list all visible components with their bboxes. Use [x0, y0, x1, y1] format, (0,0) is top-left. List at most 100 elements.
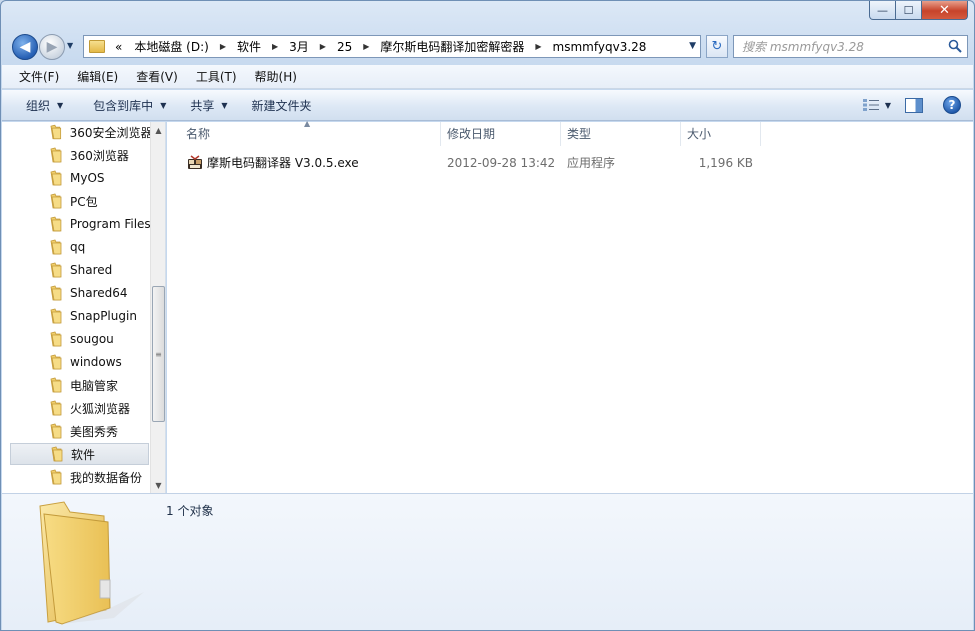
caption-buttons: — ☐ ✕ [869, 1, 968, 20]
file-list: ▲ 名称 修改日期 类型 大小 摩斯电码翻译器 V3.0.5.exe 2012-… [167, 119, 973, 493]
tree-item[interactable]: 软件 [10, 443, 149, 465]
folder-icon [50, 262, 62, 278]
menu-tools[interactable]: 工具(T) [187, 67, 246, 87]
share-label: 共享 [190, 98, 215, 113]
scroll-thumb[interactable]: ≡ [152, 286, 165, 422]
navigation-bar: ◀ ▶ ▼ « 本地磁盘 (D:) ▶ 软件 ▶ 3月 ▶ 25 ▶ 摩尔斯电码… [9, 32, 968, 62]
tree-item[interactable]: 美图秀秀 [10, 420, 150, 442]
folder-icon [39, 501, 144, 625]
navigation-pane: 360安全浏览器 360浏览器 MyOS PC包 Program Files qq Shar… [2, 122, 166, 493]
search-input[interactable] [734, 36, 934, 57]
breadcrumb-item[interactable]: 软件 [231, 38, 267, 55]
tree-item[interactable]: 360安全浏览器 [10, 122, 150, 143]
column-name[interactable]: 名称 [180, 122, 441, 146]
breadcrumb-item[interactable]: msmmfyqv3.28 [547, 40, 653, 54]
item-count: 1 个对象 [166, 504, 214, 518]
file-size: 1,196 KB [698, 156, 753, 170]
breadcrumb-item[interactable]: 25 [331, 40, 358, 54]
chevron-right-icon[interactable]: ▶ [315, 42, 331, 51]
menu-bar: 文件(F) 编辑(E) 查看(V) 工具(T) 帮助(H) [2, 65, 973, 89]
tree-item-label: 美图秀秀 [70, 424, 119, 439]
breadcrumb-item[interactable]: 本地磁盘 (D:) [128, 38, 214, 55]
folder-icon [50, 285, 62, 301]
breadcrumb-item[interactable]: 3月 [283, 38, 315, 55]
chevron-right-icon[interactable]: ▶ [358, 42, 374, 51]
tree-item-label: sougou [70, 332, 114, 346]
tree-item-label: SnapPlugin [70, 309, 137, 323]
tree-item-label: 软件 [71, 447, 96, 462]
share-button[interactable]: 共享 ▼ [180, 94, 235, 117]
menu-file[interactable]: 文件(F) [10, 67, 68, 87]
new-folder-label: 新建文件夹 [251, 98, 312, 113]
folder-icon [50, 147, 62, 163]
tree-item[interactable]: Program Files [10, 213, 150, 235]
tree-item-label: PC包 [70, 194, 98, 209]
tree-item-label: MyOS [70, 171, 105, 185]
breadcrumb-item[interactable]: 摩尔斯电码翻译加密解密器 [374, 38, 530, 55]
address-dropdown-icon[interactable]: ▼ [689, 41, 696, 51]
tree-item-label: windows [70, 355, 122, 369]
tree-item[interactable]: sougou [10, 328, 150, 350]
details-view-icon [862, 99, 879, 111]
folder-icon [50, 170, 62, 186]
views-dropdown-icon[interactable]: ▼ [885, 101, 891, 110]
tree-item[interactable]: qq [10, 236, 150, 258]
address-bar[interactable]: « 本地磁盘 (D:) ▶ 软件 ▶ 3月 ▶ 25 ▶ 摩尔斯电码翻译加密解密… [83, 35, 701, 58]
new-folder-button[interactable]: 新建文件夹 [242, 94, 320, 117]
file-type: 应用程序 [567, 156, 616, 170]
breadcrumb-overflow[interactable]: « [109, 40, 128, 54]
tree-item[interactable]: 360浏览器 [10, 144, 150, 166]
chevron-down-icon: ▼ [221, 100, 228, 110]
close-button[interactable]: ✕ [922, 1, 968, 20]
folder-icon [89, 40, 105, 53]
menu-edit[interactable]: 编辑(E) [68, 67, 127, 87]
column-size[interactable]: 大小 [681, 122, 761, 146]
preview-pane-icon[interactable] [905, 97, 923, 113]
tree-item[interactable]: SnapPlugin [10, 305, 150, 327]
tree-item-label: 电脑管家 [70, 378, 119, 393]
tree-item[interactable]: Shared [10, 259, 150, 281]
chevron-down-icon: ▼ [160, 100, 167, 110]
tree-item[interactable]: MyOS [10, 167, 150, 189]
forward-button[interactable]: ▶ [39, 34, 65, 60]
change-view-button[interactable] [857, 94, 885, 116]
recent-pages-button[interactable]: ▼ [67, 41, 77, 50]
include-in-library-button[interactable]: 包含到库中 ▼ [83, 94, 174, 117]
tree-item-label: 火狐浏览器 [70, 401, 131, 416]
help-icon[interactable]: ? [943, 96, 961, 114]
folder-icon [50, 216, 62, 232]
search-icon[interactable] [948, 39, 962, 53]
chevron-right-icon[interactable]: ▶ [267, 42, 283, 51]
folder-icon [50, 400, 62, 416]
chevron-right-icon[interactable]: ▶ [215, 42, 231, 51]
application-icon [188, 155, 202, 169]
tree-item[interactable]: 火狐浏览器 [10, 397, 150, 419]
folder-icon [50, 354, 62, 370]
folder-icon [50, 239, 62, 255]
scroll-down-icon[interactable]: ▼ [151, 477, 165, 493]
column-modified[interactable]: 修改日期 [441, 122, 561, 146]
tree-item[interactable]: Shared64 [10, 282, 150, 304]
search-box[interactable] [733, 35, 968, 58]
folder-icon [50, 377, 62, 393]
column-type[interactable]: 类型 [561, 122, 681, 146]
refresh-button[interactable]: ↻ [706, 35, 728, 58]
back-button[interactable]: ◀ [12, 34, 38, 60]
command-bar-right: ▼ ? [857, 94, 961, 116]
menu-view[interactable]: 查看(V) [127, 67, 187, 87]
minimize-button[interactable]: — [869, 1, 896, 20]
chevron-down-icon: ▼ [57, 100, 64, 110]
scroll-up-icon[interactable]: ▲ [151, 122, 165, 138]
column-header: ▲ 名称 修改日期 类型 大小 [167, 119, 973, 146]
organize-label: 组织 [26, 98, 51, 113]
tree-item[interactable]: 电脑管家 [10, 374, 150, 396]
tree-item[interactable]: 我的数据备份 [10, 466, 150, 488]
tree-item[interactable]: windows [10, 351, 150, 373]
chevron-right-icon[interactable]: ▶ [530, 42, 546, 51]
nav-scrollbar[interactable]: ▲ ≡ ▼ [150, 122, 165, 493]
file-row[interactable]: 摩斯电码翻译器 V3.0.5.exe 2012-09-28 13:42 应用程序… [181, 152, 761, 174]
tree-item[interactable]: PC包 [10, 190, 150, 212]
maximize-button[interactable]: ☐ [896, 1, 922, 20]
organize-button[interactable]: 组织 ▼ [16, 94, 71, 117]
menu-help[interactable]: 帮助(H) [246, 67, 306, 87]
